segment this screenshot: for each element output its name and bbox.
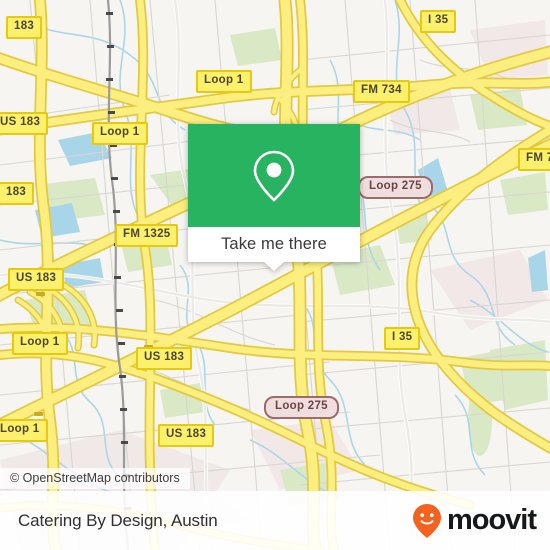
road-shield-label: Loop 1 [196, 70, 252, 93]
map-pin-icon [253, 150, 295, 202]
place-callout[interactable]: Take me there [188, 124, 360, 271]
road-shield-label: FM 73 [518, 148, 550, 171]
road-shield-label: US 183 [136, 347, 193, 370]
road-shield-label: 183 [6, 16, 43, 39]
moovit-logo[interactable]: moovit [412, 503, 537, 539]
callout-image [188, 124, 360, 227]
road-shield-label: I 35 [384, 327, 421, 350]
road-shield-label: FM 734 [353, 80, 410, 103]
road-shield-label: US 183 [158, 424, 215, 447]
osm-attribution[interactable]: © OpenStreetMap contributors [0, 468, 190, 489]
callout-tail [264, 262, 284, 271]
road-shield-label: 183 [0, 182, 35, 205]
moovit-pin-smile-icon [412, 503, 441, 538]
road-shield-label: Loop 1 [92, 122, 148, 145]
take-me-there-label: Take me there [221, 235, 327, 253]
road-shield-label: Loop 275 [264, 396, 339, 419]
place-title: Catering By Design, Austin [18, 510, 218, 530]
road-shield-label: Loop 275 [358, 176, 433, 199]
road-shield-label: Loop 1 [12, 332, 68, 355]
road-shield-label: US 183 [8, 268, 65, 291]
road-shield-label: Loop 1 [0, 419, 48, 442]
map-screen: 183 Loop 1 I 35 FM 734 Loop 1 US 183 FM 73 Loop… [0, 0, 550, 550]
road-shield-label: FM 1325 [115, 224, 179, 247]
road-shield-label: I 35 [420, 10, 457, 33]
road-shield-label: US 183 [0, 112, 49, 135]
footer-bar: Catering By Design, Austin moovit [0, 491, 550, 550]
moovit-wordmark: moovit [446, 504, 537, 536]
callout-action-bar[interactable]: Take me there [188, 227, 360, 271]
